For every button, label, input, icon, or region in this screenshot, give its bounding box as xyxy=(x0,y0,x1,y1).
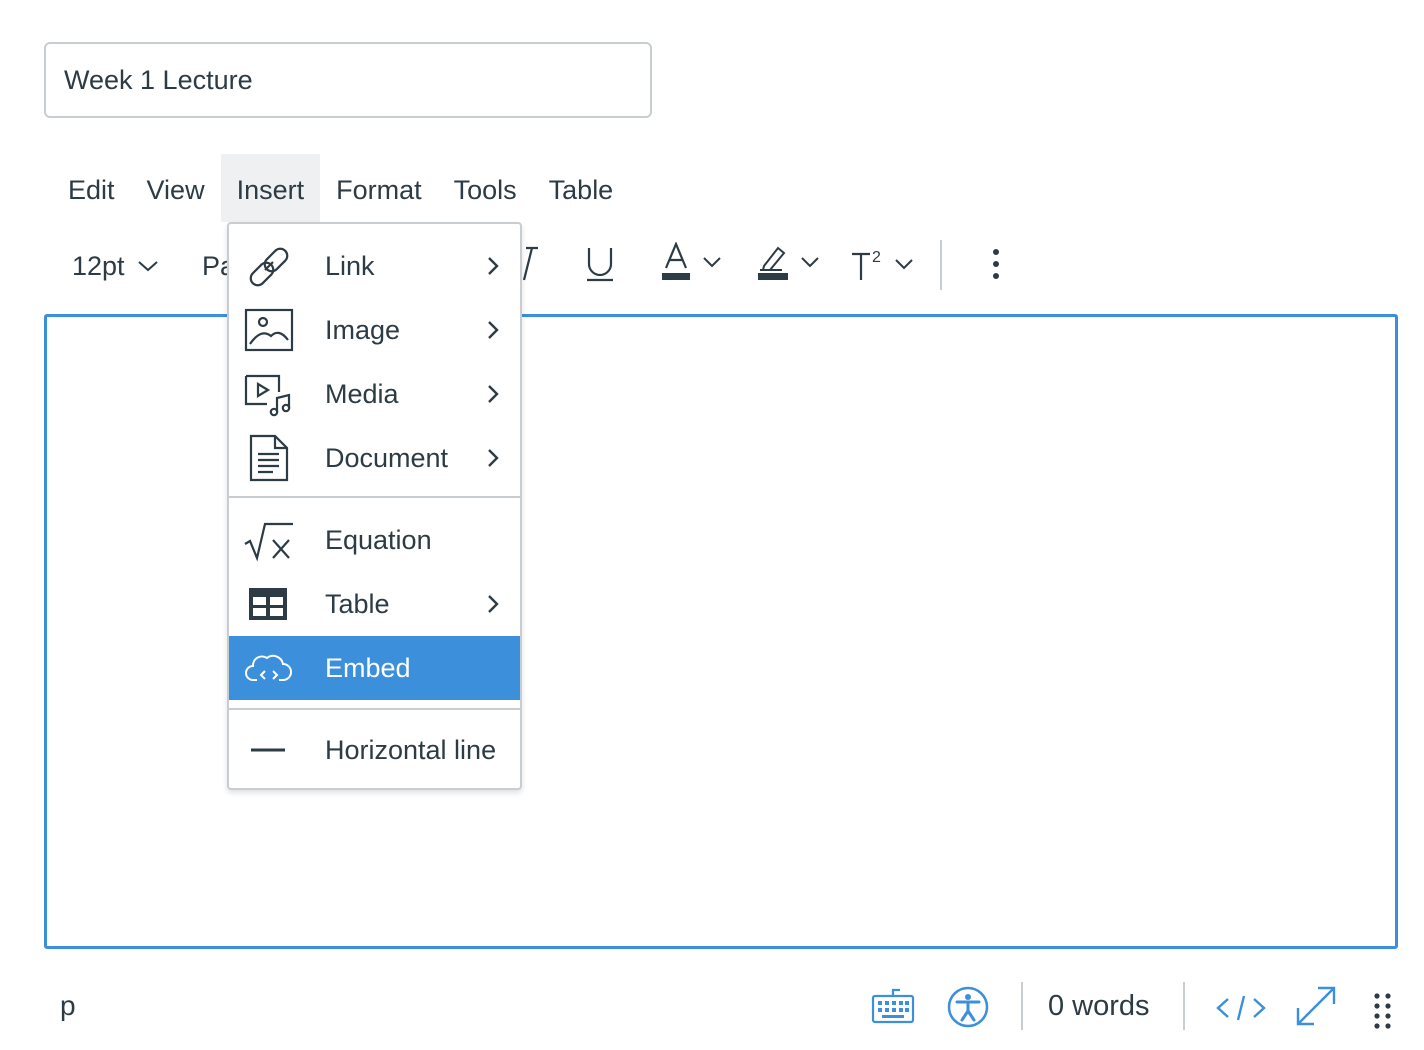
equation-icon xyxy=(244,522,293,562)
menu-item-horizontal-line[interactable]: Horizontal line xyxy=(229,718,520,782)
title-input[interactable] xyxy=(44,42,652,118)
word-count-label: 0 words xyxy=(1048,989,1150,1022)
element-path-label: p xyxy=(60,990,76,1021)
menu-item-table[interactable]: Table xyxy=(229,572,520,636)
menu-item-equation[interactable]: Equation xyxy=(229,508,520,572)
menu-separator xyxy=(229,708,520,710)
menu-format[interactable]: Format xyxy=(320,154,438,222)
highlight-color-icon[interactable] xyxy=(756,242,822,284)
media-icon xyxy=(244,374,291,417)
chevron-down-icon xyxy=(137,261,158,272)
keyboard-shortcuts-icon[interactable] xyxy=(870,986,916,1026)
menu-item-label: Equation xyxy=(325,525,432,555)
accessibility-checker-icon[interactable] xyxy=(946,985,990,1029)
embed-icon xyxy=(245,654,292,681)
menu-item-embed[interactable]: Embed xyxy=(229,636,520,700)
menu-item-label: Link xyxy=(325,251,375,281)
menu-item-label: Image xyxy=(325,315,401,345)
menu-item-document[interactable]: Document xyxy=(229,426,520,490)
menu-item-label: Media xyxy=(325,379,399,409)
insert-menu-dropdown: Link Image Media Document Equation Table… xyxy=(227,222,522,790)
chevron-right-icon xyxy=(488,385,499,403)
menu-item-image[interactable]: Image xyxy=(229,298,520,362)
table-icon xyxy=(249,588,287,620)
menu-item-media[interactable]: Media xyxy=(229,362,520,426)
chevron-right-icon xyxy=(488,257,499,275)
resize-handle-icon[interactable] xyxy=(1372,990,1394,1030)
menubar: Edit View Insert Format Tools Table xyxy=(52,154,629,222)
menu-insert[interactable]: Insert xyxy=(220,154,321,222)
chevron-right-icon xyxy=(488,321,499,339)
menu-item-link[interactable]: Link xyxy=(229,234,520,298)
image-icon xyxy=(244,308,294,352)
underline-icon[interactable] xyxy=(584,244,616,284)
html-editor-icon[interactable] xyxy=(1214,992,1268,1024)
element-path[interactable]: p xyxy=(60,970,76,1042)
word-count: 0 words xyxy=(1048,970,1150,1042)
menu-tools[interactable]: Tools xyxy=(438,154,533,222)
chevron-right-icon xyxy=(488,595,499,613)
menu-table[interactable]: Table xyxy=(533,154,630,222)
menu-edit[interactable]: Edit xyxy=(52,154,131,222)
link-icon xyxy=(249,247,289,287)
svg-text:2: 2 xyxy=(872,249,881,266)
font-size-value: 12pt xyxy=(72,250,125,281)
chevron-right-icon xyxy=(488,449,499,467)
more-options-icon[interactable] xyxy=(986,244,1006,284)
menu-item-label: Embed xyxy=(325,653,411,683)
document-icon xyxy=(249,434,289,482)
menu-separator xyxy=(229,496,520,498)
text-color-icon[interactable] xyxy=(660,242,726,284)
menu-view[interactable]: View xyxy=(131,154,221,222)
statusbar-divider xyxy=(1021,982,1023,1030)
menu-item-label: Document xyxy=(325,443,449,473)
fullscreen-icon[interactable] xyxy=(1292,984,1340,1030)
toolbar-divider xyxy=(940,240,942,290)
menu-item-label: Table xyxy=(325,589,390,619)
statusbar-divider xyxy=(1183,982,1185,1030)
font-size-select[interactable]: 12pt xyxy=(72,244,159,288)
menu-item-label: Horizontal line xyxy=(325,735,497,765)
superscript-icon[interactable]: 2 xyxy=(848,242,920,284)
horizontal-line-icon xyxy=(251,748,285,752)
